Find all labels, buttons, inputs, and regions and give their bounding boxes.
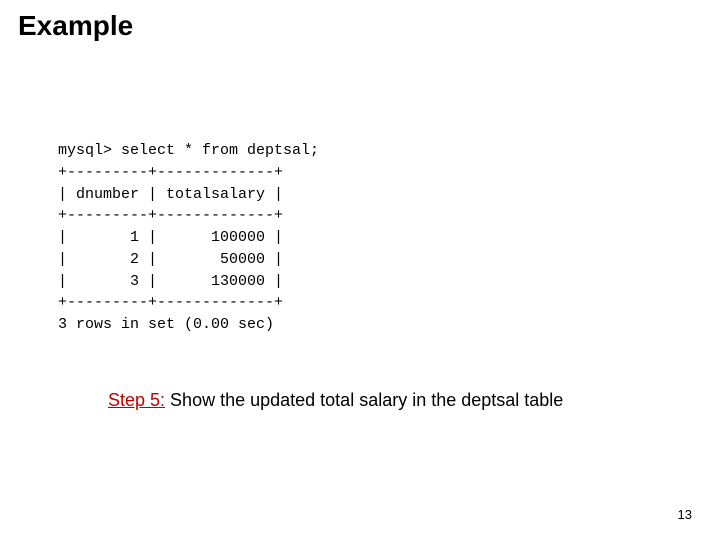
terminal-output: mysql> select * from deptsal; +---------… [58, 140, 319, 336]
terminal-border-bottom: +---------+-------------+ [58, 294, 283, 311]
table-row: | 3 | 130000 | [58, 273, 283, 290]
terminal-summary: 3 rows in set (0.00 sec) [58, 316, 274, 333]
step-text: Show the updated total salary in the dep… [165, 390, 563, 410]
page-number: 13 [678, 507, 692, 522]
terminal-border-mid: +---------+-------------+ [58, 207, 283, 224]
step-caption: Step 5: Show the updated total salary in… [108, 390, 563, 411]
slide-title: Example [18, 10, 133, 42]
slide: Example mysql> select * from deptsal; +-… [0, 0, 720, 540]
step-label: Step 5: [108, 390, 165, 410]
table-row: | 2 | 50000 | [58, 251, 283, 268]
table-row: | 1 | 100000 | [58, 229, 283, 246]
terminal-border-top: +---------+-------------+ [58, 164, 283, 181]
terminal-header-row: | dnumber | totalsalary | [58, 186, 283, 203]
terminal-prompt-line: mysql> select * from deptsal; [58, 142, 319, 159]
